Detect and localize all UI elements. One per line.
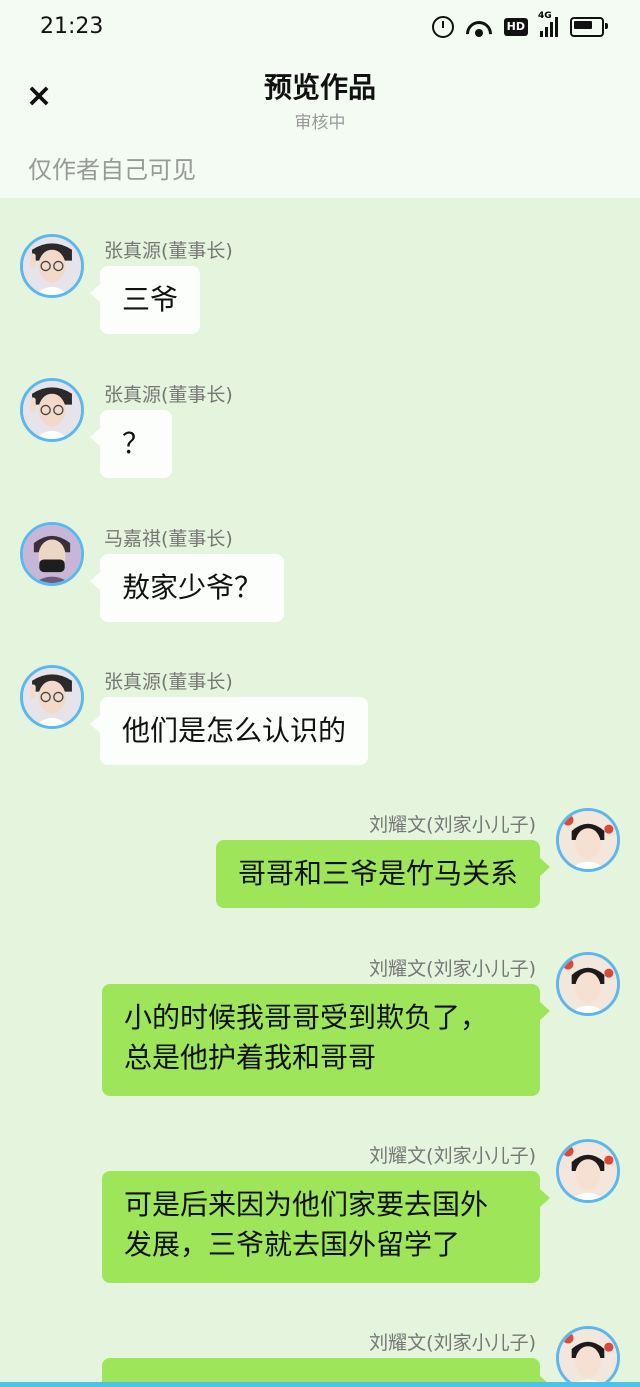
chat-preview[interactable]: 张真源(董事长) 三爷 张真源(董事长) ？ 马嘉祺(董事长) 敖家少爷？ 张真… (0, 198, 640, 1387)
bottom-progress-line (0, 1382, 640, 1387)
sender-name: 刘耀文(刘家小儿子) (369, 1332, 536, 1354)
sender-name: 刘耀文(刘家小儿子) (369, 958, 536, 980)
message-bubble[interactable]: 可是后来因为他们家要去国外 发展，三爷就去国外留学了 (102, 1171, 550, 1283)
sender-name: 刘耀文(刘家小儿子) (369, 814, 536, 836)
sender-name: 马嘉祺(董事长) (104, 528, 233, 550)
avatar-liu-icon[interactable] (556, 1326, 620, 1387)
review-status: 审核中 (294, 113, 346, 133)
page-title: 预览作品 (263, 71, 376, 104)
avatar-ma-icon[interactable] (20, 522, 84, 586)
message-bubble[interactable]: 三爷 (89, 266, 201, 334)
network-type-label: 4G (538, 11, 552, 21)
message-bubble[interactable]: 他们是怎么认识的 (89, 697, 369, 765)
avatar-zhang-icon[interactable] (20, 665, 84, 729)
title-bar: × 预览作品 审核中 (0, 56, 640, 140)
visibility-note: 仅作者自己可见 (28, 156, 196, 184)
message-bubble[interactable]: 小的时候我哥哥受到欺负了， 总是他护着我和哥哥 (102, 984, 550, 1096)
avatar-liu-icon[interactable] (556, 1139, 620, 1203)
status-time: 21:23 (40, 14, 104, 39)
status-bar: 21:23 HD 4G (0, 0, 640, 56)
message-bubble[interactable]: 敖家少爷？ (89, 554, 285, 622)
signal-icon: 4G (538, 11, 558, 37)
avatar-zhang-icon[interactable] (20, 378, 84, 442)
hd-icon: HD (503, 18, 528, 36)
status-icons: HD 4G (431, 11, 608, 38)
avatar-liu-icon[interactable] (556, 952, 620, 1016)
message-bubble[interactable]: 哥哥和三爷是竹马关系 (215, 840, 551, 908)
avatar-zhang-icon[interactable] (20, 234, 84, 298)
wifi-icon (466, 17, 492, 37)
sender-name: 张真源(董事长) (104, 384, 233, 406)
sender-name: 张真源(董事长) (104, 240, 233, 262)
sender-name: 刘耀文(刘家小儿子) (369, 1145, 536, 1167)
battery-icon (570, 17, 608, 37)
avatar-liu-icon[interactable] (556, 808, 620, 872)
sender-name: 张真源(董事长) (104, 671, 233, 693)
alarm-icon (431, 16, 454, 38)
message-bubble[interactable]: ？ (89, 410, 173, 478)
